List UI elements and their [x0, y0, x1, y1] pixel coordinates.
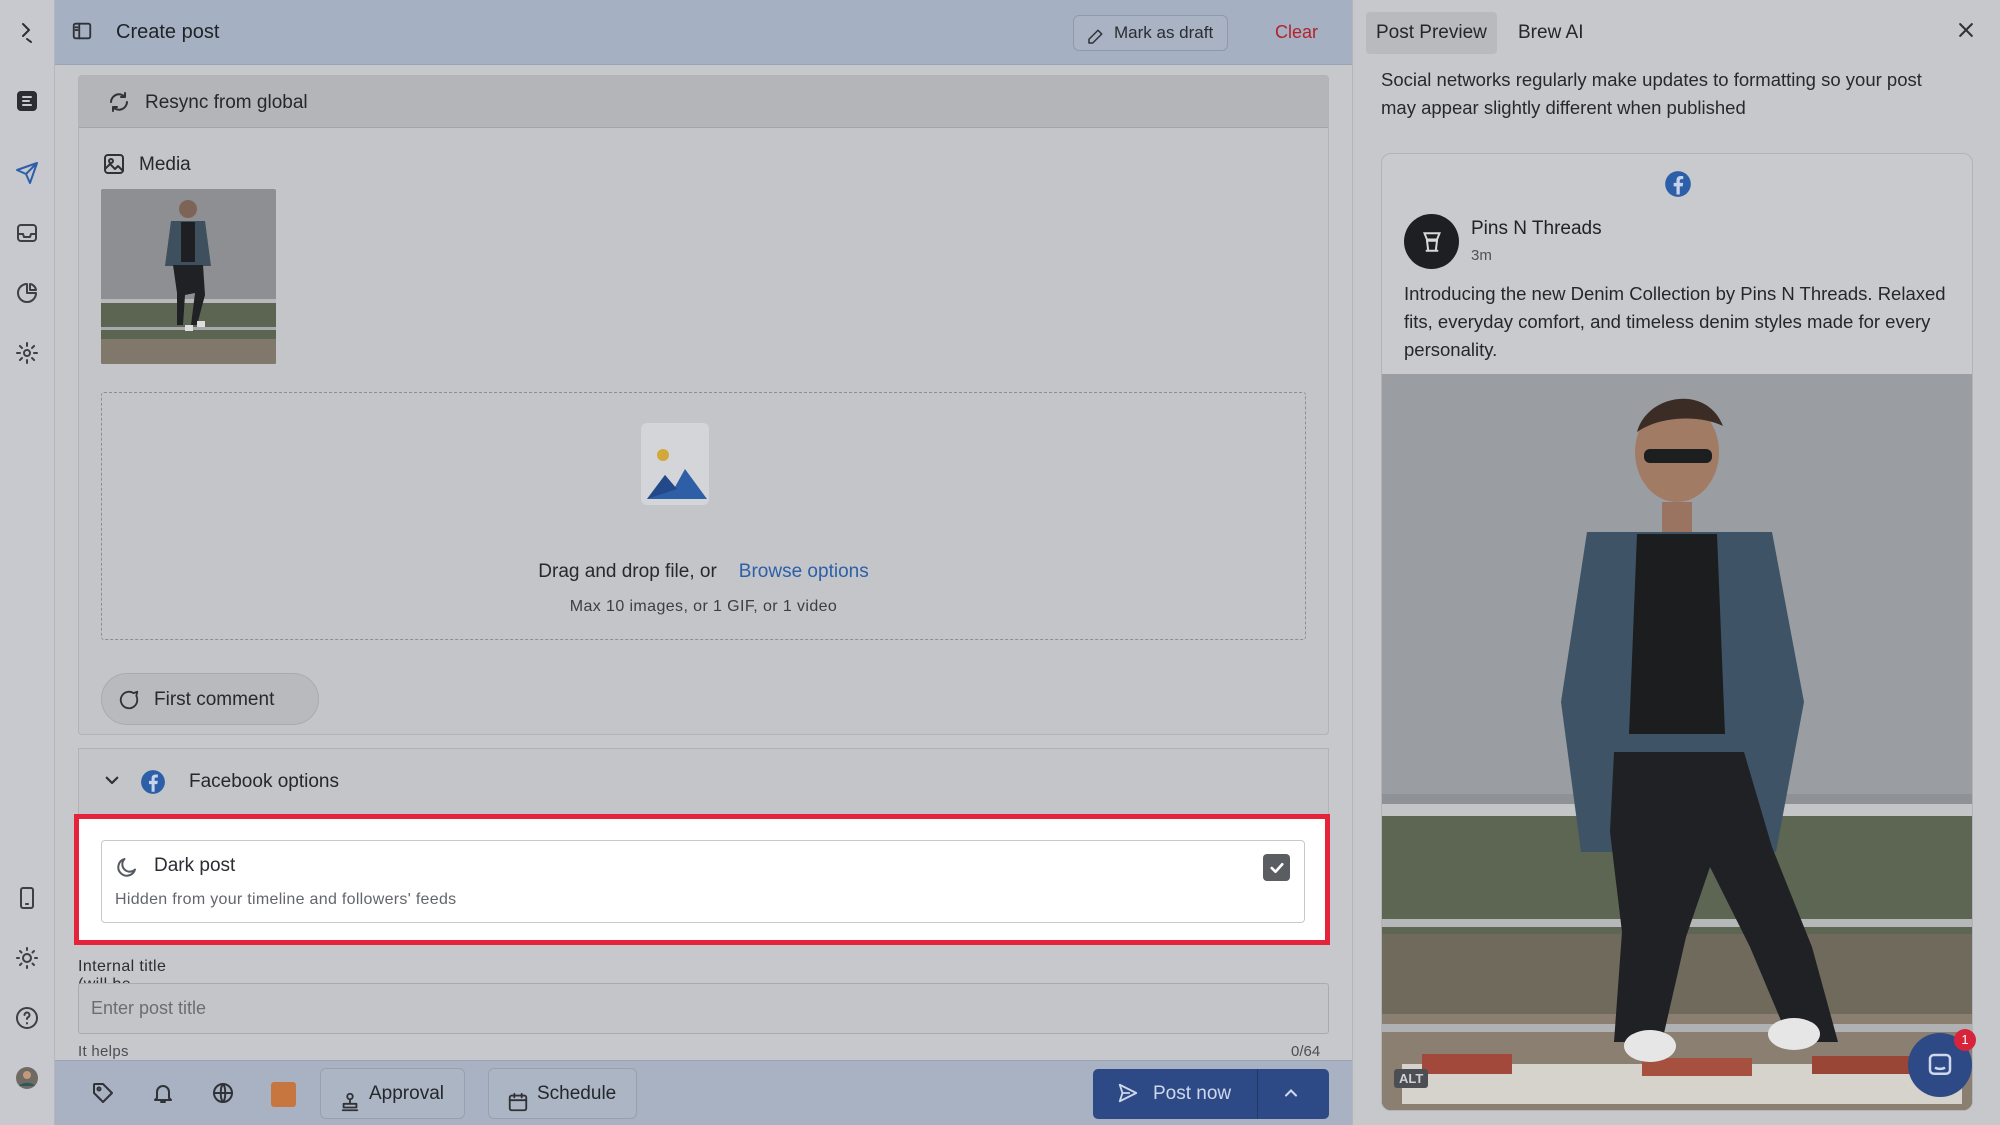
media-icon	[102, 152, 126, 181]
post-now-divider	[1257, 1069, 1258, 1119]
post-now-label: Post now	[1153, 1083, 1232, 1104]
media-dropzone[interactable]: Drag and drop file, or Browse options Max…	[101, 392, 1306, 640]
facebook-post-preview: Pins N Threads 3m Introducing the new De…	[1381, 153, 1973, 1111]
schedule-button[interactable]: Schedule	[488, 1068, 638, 1119]
page-avatar	[1404, 214, 1459, 269]
drop-instructions: Drag and drop file, or Browse options	[102, 561, 1305, 583]
mark-as-draft-label: Mark as draft	[1114, 23, 1214, 42]
dark-post-subtitle: Hidden from your timeline and followers'…	[115, 891, 457, 908]
dark-post-option[interactable]: Dark post Hidden from your timeline and …	[101, 840, 1305, 923]
stamp-icon	[339, 1083, 361, 1125]
alt-text-badge[interactable]: ALT	[1394, 1069, 1429, 1088]
chat-notification-badge: 1	[1954, 1029, 1976, 1051]
media-thumbnail[interactable]	[101, 189, 276, 364]
first-comment-label: First comment	[154, 689, 275, 710]
tab-post-preview[interactable]: Post Preview	[1366, 12, 1497, 54]
facebook-options-section[interactable]: Facebook options	[78, 748, 1329, 818]
chevron-down-icon[interactable]	[103, 771, 121, 794]
bell-icon[interactable]	[151, 1081, 175, 1110]
calendar-icon	[507, 1083, 529, 1125]
post-text: Introducing the new Denim Collection by …	[1404, 283, 1946, 360]
resync-icon	[107, 90, 131, 119]
close-icon[interactable]	[1956, 20, 1976, 45]
post-now-button[interactable]: Post now	[1093, 1069, 1329, 1119]
post-time: 3m	[1471, 247, 1492, 264]
chevron-up-icon[interactable]	[1281, 1083, 1301, 1108]
post-content-card: Resync from global Media Drag and drop f…	[78, 75, 1329, 735]
clear-button[interactable]: Clear	[1275, 22, 1318, 43]
tag-icon[interactable]	[91, 1081, 115, 1110]
settings-icon[interactable]	[12, 338, 42, 368]
user-avatar[interactable]	[12, 1063, 42, 1093]
publish-send-icon[interactable]	[12, 158, 42, 188]
statusbrew-logo-icon[interactable]	[12, 18, 42, 48]
dark-post-highlight: Dark post Hidden from your timeline and …	[74, 814, 1330, 945]
globe-icon[interactable]	[211, 1081, 235, 1110]
editor-topbar: Create post Mark as draft Clear	[55, 0, 1352, 65]
post-editor: Create post Mark as draft Clear Resync f…	[55, 0, 1352, 1125]
tab-brew-ai[interactable]: Brew AI	[1508, 12, 1593, 54]
page-name: Pins N Threads	[1471, 218, 1602, 239]
mobile-icon[interactable]	[12, 883, 42, 913]
theme-icon[interactable]	[12, 943, 42, 973]
resync-label: Resync from global	[145, 92, 308, 113]
facebook-options-label: Facebook options	[189, 771, 339, 792]
post-preview-panel: Post Preview Brew AI Social networks reg…	[1352, 0, 2000, 1125]
page-title: Create post	[116, 21, 220, 43]
chat-widget-button[interactable]: 1	[1908, 1029, 1976, 1097]
draft-icon	[1086, 24, 1104, 58]
color-label-swatch[interactable]	[271, 1082, 296, 1107]
post-image[interactable]	[1382, 374, 1972, 1110]
moon-icon	[115, 855, 139, 884]
facebook-icon	[140, 769, 166, 800]
browse-options-link[interactable]: Browse options	[739, 561, 869, 582]
first-comment-button[interactable]: First comment	[101, 673, 319, 725]
approval-button[interactable]: Approval	[320, 1068, 465, 1119]
drop-text: Drag and drop file, or	[538, 561, 717, 582]
media-label: Media	[139, 154, 191, 175]
facebook-logo-icon	[1664, 170, 1692, 203]
internal-title-counter: 0/64	[1291, 1043, 1321, 1060]
editor-bottombar: Approval Schedule Post now	[55, 1060, 1352, 1125]
brand-icon[interactable]	[12, 86, 42, 116]
schedule-label: Schedule	[537, 1083, 617, 1104]
approval-label: Approval	[369, 1083, 444, 1104]
mark-as-draft-button[interactable]: Mark as draft	[1073, 15, 1229, 51]
help-icon[interactable]	[12, 1003, 42, 1033]
image-upload-icon	[637, 419, 717, 514]
preview-notice: Social networks regularly make updates t…	[1381, 69, 1922, 118]
internal-title-input[interactable]	[78, 983, 1329, 1034]
comment-icon	[118, 689, 140, 716]
dark-post-title: Dark post	[154, 855, 236, 876]
dark-post-checkbox[interactable]	[1263, 854, 1290, 881]
chat-icon	[1928, 1053, 1952, 1075]
reports-icon[interactable]	[12, 278, 42, 308]
left-rail	[0, 0, 55, 1125]
media-limits: Max 10 images, or 1 GIF, or 1 video	[569, 598, 838, 615]
resync-bar[interactable]: Resync from global	[79, 76, 1328, 128]
inbox-icon[interactable]	[12, 218, 42, 248]
send-icon	[1117, 1082, 1139, 1109]
sidebar-toggle-icon[interactable]	[71, 20, 93, 47]
